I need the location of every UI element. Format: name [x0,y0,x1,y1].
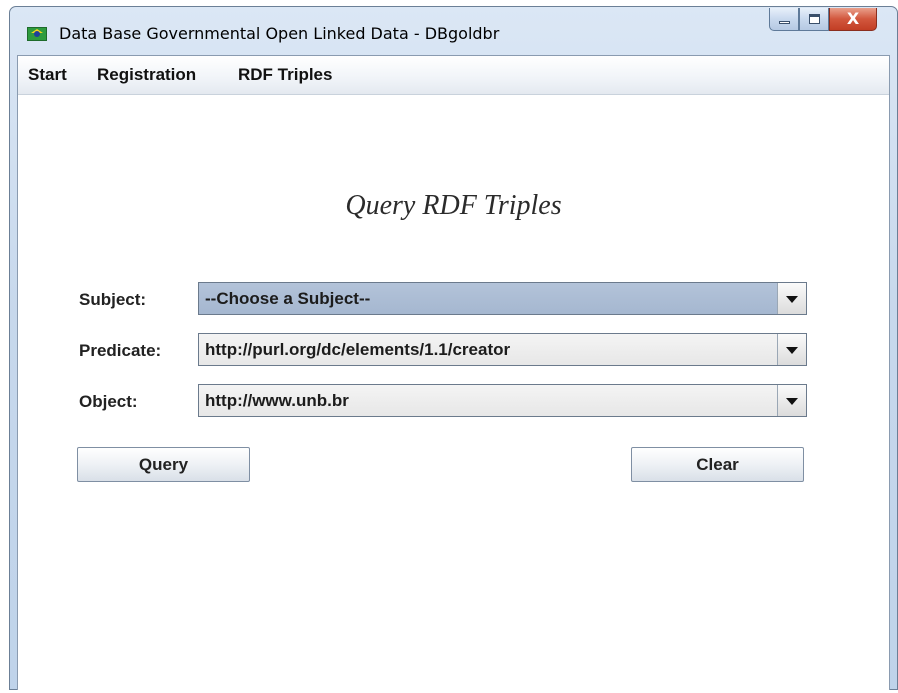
close-icon: X [846,9,860,28]
predicate-dropdown-arrow-icon[interactable] [777,334,806,365]
object-dropdown-arrow-icon[interactable] [777,385,806,416]
subject-combobox[interactable]: --Choose a Subject-- [198,282,807,315]
subject-dropdown-arrow-icon[interactable] [777,283,806,314]
subject-value: --Choose a Subject-- [205,289,371,308]
predicate-combobox[interactable]: http://purl.org/dc/elements/1.1/creator [198,333,807,366]
brazil-flag-icon [27,27,47,41]
object-value: http://www.unb.br [205,391,349,410]
close-button[interactable]: X [829,8,877,31]
app-window: Data Base Governmental Open Linked Data … [9,6,898,690]
caption-buttons: X [769,8,877,32]
object-label: Object: [79,392,138,411]
menu-rdf-triples[interactable]: RDF Triples [238,65,332,85]
window-title: Data Base Governmental Open Linked Data … [59,24,500,43]
menu-registration[interactable]: Registration [97,65,196,85]
object-combobox[interactable]: http://www.unb.br [198,384,807,417]
title-bar[interactable]: Data Base Governmental Open Linked Data … [10,7,897,55]
clear-button[interactable]: Clear [631,447,804,482]
content-area: Start Registration RDF Triples Query RDF… [17,55,890,690]
menu-start[interactable]: Start [28,65,67,85]
query-button[interactable]: Query [77,447,250,482]
predicate-value: http://purl.org/dc/elements/1.1/creator [205,340,511,359]
menu-bar: Start Registration RDF Triples [18,56,889,95]
subject-label: Subject: [79,290,147,309]
minimize-button[interactable] [769,8,799,31]
form-title: Query RDF Triples [345,190,562,221]
maximize-button[interactable] [799,8,829,31]
predicate-label: Predicate: [79,341,162,360]
